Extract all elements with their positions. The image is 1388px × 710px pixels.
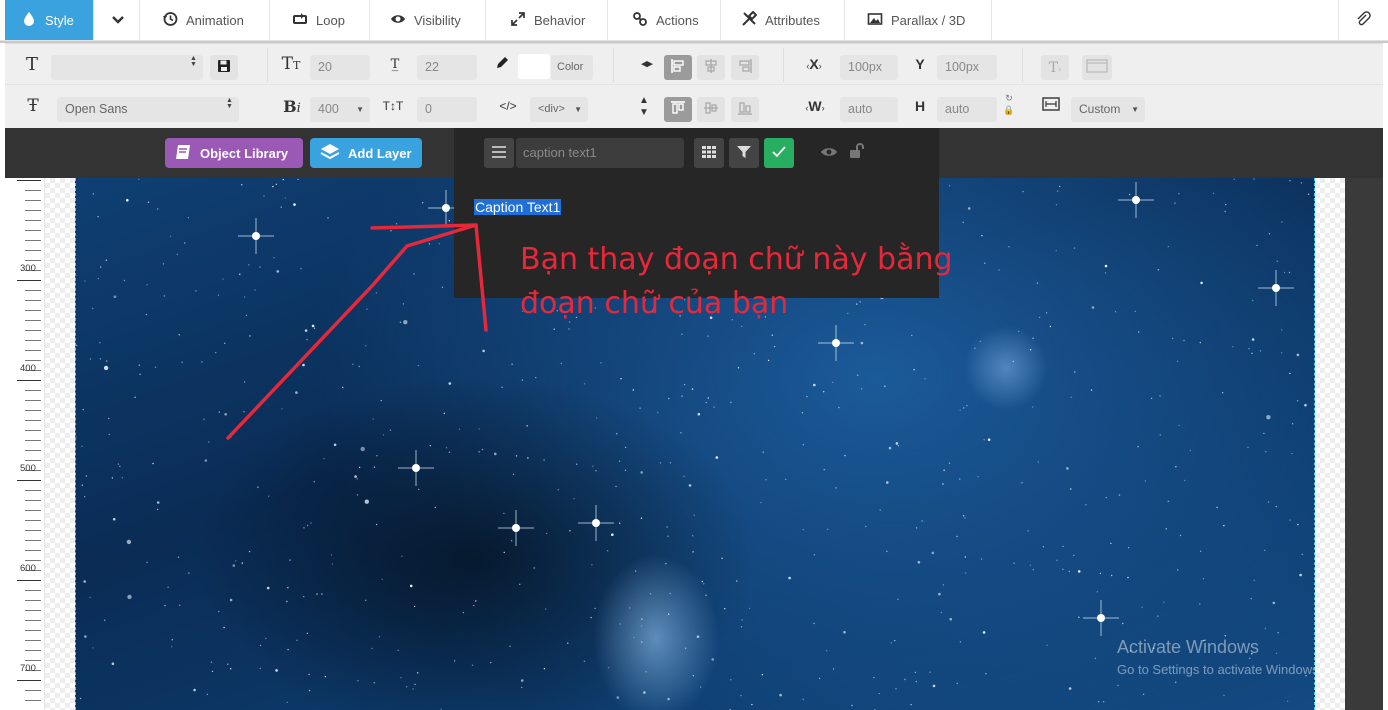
activation-watermark-subtitle: Go to Settings to activate Windows. bbox=[1117, 662, 1323, 677]
activation-watermark-title: Activate Windows bbox=[1117, 637, 1260, 657]
annotation-line-2: đoạn chữ của bạn bbox=[520, 286, 789, 321]
annotation-line-1: Bạn thay đoạn chữ này bằng bbox=[520, 242, 953, 277]
annotation-note: Bạn thay đoạn chữ này bằng đoạn chữ của … bbox=[520, 238, 953, 326]
annotation-arrow bbox=[226, 223, 488, 440]
